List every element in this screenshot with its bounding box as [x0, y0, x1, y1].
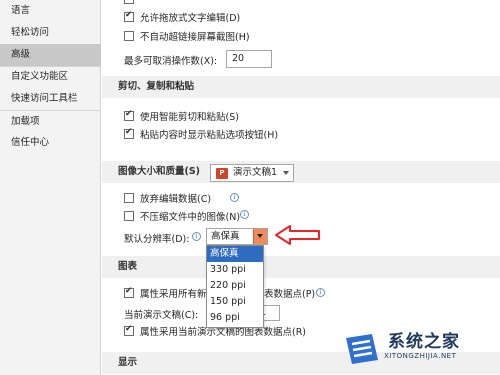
sidebar-item-accessibility[interactable]: 轻松访问 — [0, 22, 101, 44]
sidebar-item-quick-access-toolbar[interactable]: 快速访问工具栏 — [0, 88, 101, 110]
resolution-option[interactable]: 330 ppi — [207, 262, 263, 278]
props-all-new-checkbox[interactable] — [124, 286, 134, 298]
section-heading-clipboard: 剪切、复制和粘贴 — [102, 76, 500, 98]
watermark-title: 系统之家 — [388, 332, 460, 352]
discard-edit-data-checkbox[interactable] — [124, 193, 134, 203]
watermark-url: XITONGZHIJIA.NET — [384, 352, 457, 360]
props-all-new-label-suffix: 表数据点(P) — [264, 289, 316, 300]
red-arrow-annotation — [275, 225, 320, 245]
resolution-option[interactable]: 150 ppi — [207, 294, 263, 310]
dropdown-button[interactable] — [253, 229, 267, 244]
info-icon: i — [192, 232, 201, 241]
discard-edit-data-label: 放弃编辑数据(C) — [140, 194, 212, 205]
max-undo-label: 最多可取消操作数(X): — [124, 56, 218, 67]
info-icon: i — [240, 210, 249, 219]
props-current-checkbox[interactable] — [124, 324, 134, 336]
sidebar-item-trust-center[interactable]: 信任中心 — [0, 132, 101, 154]
smart-cut-label: 使用智能剪切和粘贴(S) — [140, 112, 239, 123]
options-main-panel: 允许拖放式文字编辑(D) 不自动超链接屏幕截图(H) 最多可取消操作数(X): … — [102, 0, 500, 375]
resolution-option[interactable]: 96 ppi — [207, 310, 263, 326]
resolution-option[interactable]: 220 ppi — [207, 278, 263, 294]
section-heading-chart: 图表 — [102, 256, 500, 278]
default-resolution-label: 默认分辨率(D): — [124, 234, 190, 245]
chevron-down-icon — [283, 171, 289, 175]
sidebar-item-language[interactable]: 语言 — [0, 0, 101, 22]
drag-drop-text-label: 允许拖放式文字编辑(D) — [140, 13, 241, 24]
powerpoint-icon: P — [216, 168, 228, 179]
default-resolution-value: 高保真 — [211, 231, 240, 242]
no-compress-label: 不压缩文件中的图像(N) — [140, 212, 241, 223]
info-icon: i — [316, 288, 325, 297]
max-undo-input[interactable]: 20 — [226, 50, 272, 68]
sidebar-item-customize-ribbon[interactable]: 自定义功能区 — [0, 66, 101, 88]
resolution-dropdown-list: 高保真 330 ppi 220 ppi 150 ppi 96 ppi — [206, 245, 264, 328]
resolution-option[interactable]: 高保真 — [207, 246, 263, 262]
options-sidebar: 语言 轻松访问 高级 自定义功能区 快速访问工具栏 加载项 信任中心 — [0, 0, 101, 375]
props-all-new-label-prefix: 属性采用所有新 — [140, 289, 207, 300]
smart-cut-checkbox[interactable] — [124, 109, 134, 121]
paste-options-label: 粘贴内容时显示粘贴选项按钮(H) — [140, 130, 279, 141]
section-heading-image-quality: 图像大小和质量(S) — [102, 161, 500, 183]
no-auto-link-checkbox[interactable] — [124, 31, 134, 41]
paste-options-checkbox[interactable] — [124, 127, 134, 139]
no-auto-link-label: 不自动超链接屏幕截图(H) — [140, 32, 250, 43]
sidebar-item-add-ins[interactable]: 加载项 — [0, 111, 101, 133]
current-doc-label: 当前演示文稿(C): — [124, 310, 199, 321]
info-icon: i — [230, 193, 239, 202]
drag-drop-text-checkbox[interactable] — [124, 10, 134, 22]
image-document-select[interactable]: P 演示文稿1 — [210, 164, 294, 182]
image-document-value: 演示文稿1 — [233, 167, 278, 178]
no-compress-checkbox[interactable] — [124, 211, 134, 221]
hidden-option-checkbox[interactable] — [124, 0, 134, 4]
sidebar-item-advanced[interactable]: 高级 — [0, 44, 101, 66]
watermark-logo-icon — [346, 334, 378, 364]
default-resolution-select[interactable]: 高保真 — [206, 228, 268, 245]
chevron-down-icon — [257, 234, 263, 238]
